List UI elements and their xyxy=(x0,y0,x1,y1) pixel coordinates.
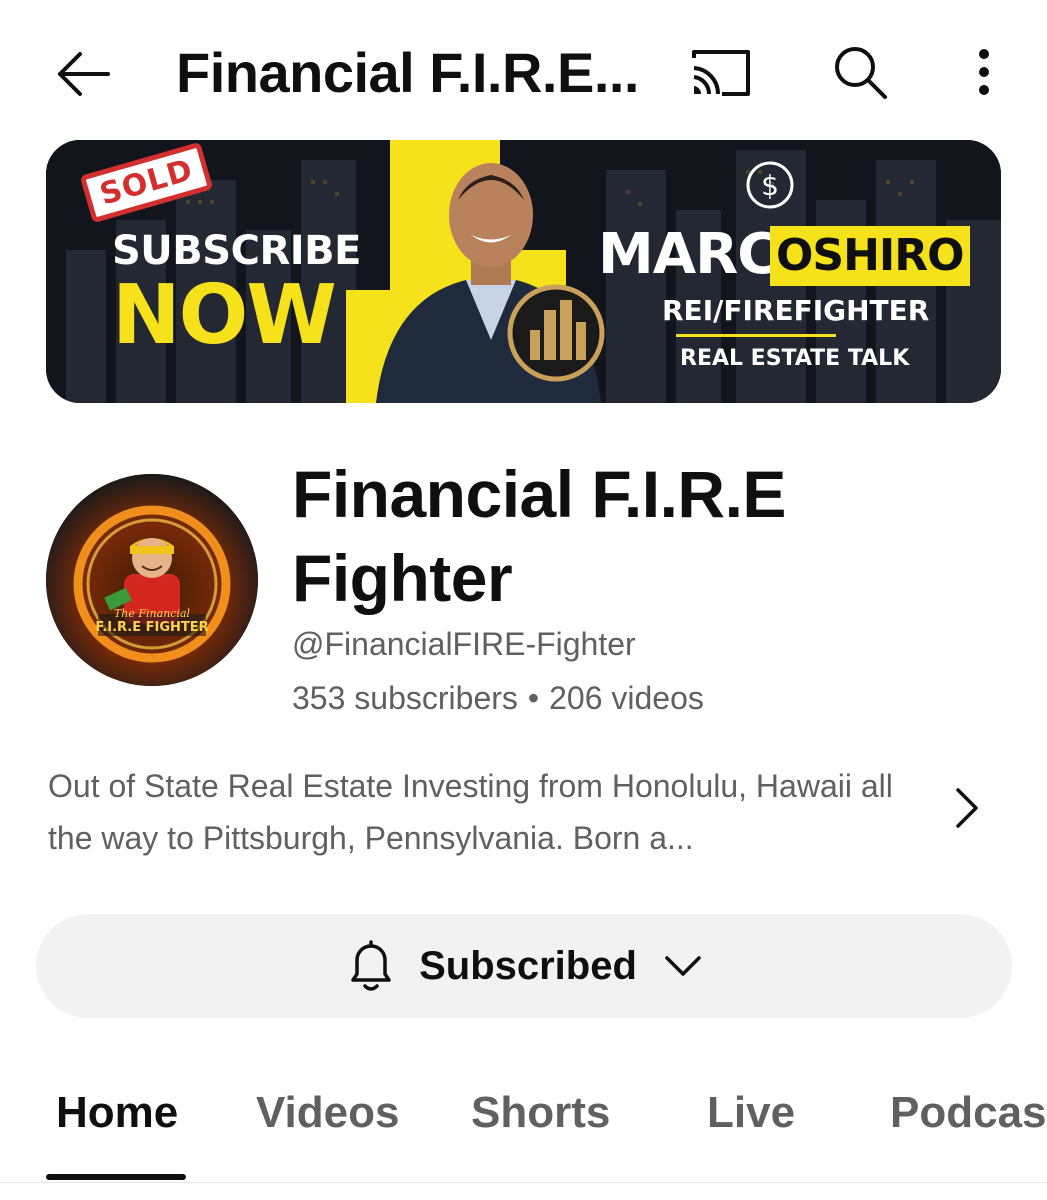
tab-videos[interactable]: Videos xyxy=(256,1088,399,1138)
chevron-right-icon xyxy=(956,788,978,828)
active-tab-indicator xyxy=(46,1174,186,1180)
cast-icon xyxy=(692,50,750,96)
description-expand-button[interactable] xyxy=(944,782,988,834)
subscribed-button[interactable]: Subscribed xyxy=(36,914,1012,1018)
channel-stats: 353 subscribers • 206 videos xyxy=(292,680,704,717)
subscriber-count: 353 subscribers xyxy=(292,680,518,716)
more-options-button[interactable] xyxy=(962,44,1006,104)
back-arrow-icon xyxy=(58,52,110,96)
bell-icon xyxy=(351,940,391,991)
banner-role: REI/FIREFIGHTER xyxy=(662,294,930,327)
channel-name: Financial F.I.R.E Fighter xyxy=(292,457,786,615)
tab-shorts[interactable]: Shorts xyxy=(471,1088,610,1138)
channel-avatar[interactable]: The Financial F.I.R.E FIGHTER xyxy=(46,474,258,686)
search-icon xyxy=(835,47,887,99)
chevron-down-icon xyxy=(665,956,701,976)
avatar-text-top: The Financial xyxy=(114,607,191,620)
channel-title: Financial F.I.R.E... xyxy=(176,41,640,104)
search-button[interactable] xyxy=(830,42,890,102)
banner-first-name: MARC xyxy=(598,222,778,287)
stats-separator: • xyxy=(527,680,540,716)
subscribed-label: Subscribed xyxy=(419,943,637,988)
banner-last-name-box: OSHIRO xyxy=(770,226,970,286)
banner-tagline: REAL ESTATE TALK xyxy=(680,346,910,371)
avatar-text-bottom: F.I.R.E FIGHTER xyxy=(95,620,208,635)
video-count: 206 videos xyxy=(549,680,704,716)
banner-now-text: NOW xyxy=(112,268,337,363)
top-app-bar: Financial F.I.R.E... xyxy=(0,0,1047,140)
cast-button[interactable] xyxy=(688,44,754,104)
banner-last-name: OSHIRO xyxy=(776,230,965,281)
back-button[interactable] xyxy=(50,44,114,104)
svg-text:$: $ xyxy=(761,169,779,202)
banner-divider xyxy=(676,334,836,337)
tab-live[interactable]: Live xyxy=(707,1088,795,1138)
channel-handle: @FinancialFIRE-Fighter xyxy=(292,626,636,662)
tab-home[interactable]: Home xyxy=(56,1088,178,1138)
avatar-art: The Financial F.I.R.E FIGHTER xyxy=(46,474,258,686)
channel-tabs: Home Videos Shorts Live Podcasts xyxy=(0,1060,1047,1200)
channel-description[interactable]: Out of State Real Estate Investing from … xyxy=(48,760,928,864)
more-vertical-icon xyxy=(979,49,989,95)
tab-podcasts[interactable]: Podcasts xyxy=(890,1088,1047,1138)
tabs-divider xyxy=(0,1182,1047,1183)
